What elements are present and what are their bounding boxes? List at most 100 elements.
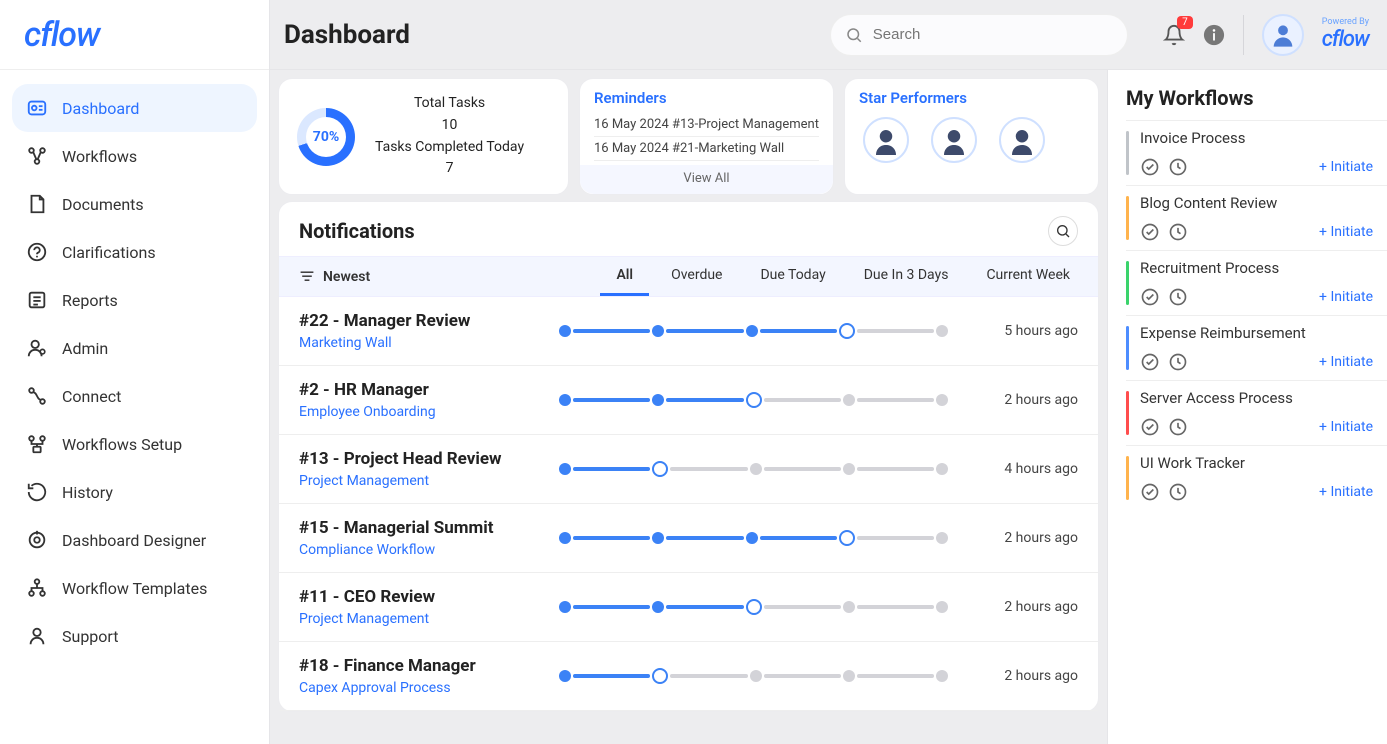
notif-title: #2 - HR Manager: [299, 380, 539, 400]
initiate-button[interactable]: + Initiate: [1319, 354, 1373, 370]
progress-dot: [843, 601, 855, 613]
progress-dot: [652, 394, 664, 406]
info-icon[interactable]: [1203, 24, 1225, 46]
nav-icon: [26, 577, 48, 599]
check-icon[interactable]: [1140, 287, 1160, 307]
notification-row[interactable]: #15 - Managerial Summit Compliance Workfl…: [279, 504, 1098, 573]
completed-value: 7: [375, 158, 524, 180]
sidebar-item-dashboard-designer[interactable]: Dashboard Designer: [12, 516, 257, 564]
sidebar-item-documents[interactable]: Documents: [12, 180, 257, 228]
notifications-title: Notifications: [299, 219, 415, 243]
workflow-name: Recruitment Process: [1140, 259, 1373, 277]
progress-seg: [666, 398, 743, 402]
progress-seg: [764, 605, 841, 609]
notification-row[interactable]: #22 - Manager ReviewMarketing Wall5 hour…: [279, 297, 1098, 366]
workflow-color-bar: [1126, 261, 1129, 305]
notification-row[interactable]: #13 - Project Head ReviewProject Managem…: [279, 435, 1098, 504]
check-icon[interactable]: [1140, 352, 1160, 372]
initiate-button[interactable]: + Initiate: [1319, 419, 1373, 435]
workflow-item: Recruitment Process + Initiate: [1126, 250, 1387, 315]
search-icon: [1055, 223, 1071, 239]
notif-title: #15 - Managerial Summit: [299, 518, 539, 538]
sort-dropdown[interactable]: Newest: [291, 259, 378, 295]
search-input[interactable]: [831, 15, 1127, 55]
notif-time: 5 hours ago: [968, 323, 1078, 339]
reminder-item[interactable]: 16 May 2024 #21-Marketing Wall: [594, 137, 819, 161]
progress-seg: [666, 329, 743, 333]
sidebar-item-history[interactable]: History: [12, 468, 257, 516]
progress-dot: [750, 670, 762, 682]
check-icon[interactable]: [1140, 482, 1160, 502]
tab-due-in-3-days[interactable]: Due In 3 Days: [848, 257, 965, 296]
initiate-button[interactable]: + Initiate: [1319, 159, 1373, 175]
clock-icon[interactable]: [1168, 287, 1188, 307]
clock-icon[interactable]: [1168, 482, 1188, 502]
main-nav: DashboardWorkflowsDocumentsClarification…: [0, 70, 269, 674]
notification-row[interactable]: #11 - CEO ReviewProject Management2 hour…: [279, 573, 1098, 642]
workflows-list: Invoice Process+ InitiateBlog Content Re…: [1126, 120, 1387, 510]
notif-tabs: AllOverdueDue TodayDue In 3 DaysCurrent …: [600, 257, 1086, 296]
sidebar-item-workflow-templates[interactable]: Workflow Templates: [12, 564, 257, 612]
sidebar-item-dashboard[interactable]: Dashboard: [12, 84, 257, 132]
workflow-item: Server Access Process + Initiate: [1126, 380, 1387, 445]
reminder-item[interactable]: 16 May 2024 #13-Project Management: [594, 113, 819, 137]
reminders-list: 16 May 2024 #13-Project Management16 May…: [580, 113, 833, 165]
user-avatar[interactable]: [1262, 14, 1304, 56]
initiate-button[interactable]: + Initiate: [1319, 484, 1373, 500]
nav-icon: [26, 193, 48, 215]
progress-bar: [559, 463, 948, 475]
sidebar-item-support[interactable]: Support: [12, 612, 257, 660]
clock-icon[interactable]: [1168, 352, 1188, 372]
clock-icon[interactable]: [1168, 417, 1188, 437]
view-all-button[interactable]: View All: [580, 165, 833, 194]
notification-row[interactable]: #2 - HR ManagerEmployee Onboarding2 hour…: [279, 366, 1098, 435]
check-icon[interactable]: [1140, 417, 1160, 437]
sidebar-item-admin[interactable]: Admin: [12, 324, 257, 372]
sidebar-item-clarifications[interactable]: Clarifications: [12, 228, 257, 276]
tab-overdue[interactable]: Overdue: [655, 257, 738, 296]
performer-avatar[interactable]: [863, 117, 909, 163]
notif-workflow-link[interactable]: Capex Approval Process: [299, 680, 539, 696]
performer-avatar[interactable]: [999, 117, 1045, 163]
workflow-name: Server Access Process: [1140, 389, 1373, 407]
workflow-color-bar: [1126, 456, 1129, 500]
sidebar-item-workflows-setup[interactable]: Workflows Setup: [12, 420, 257, 468]
tasks-card: 70% Total Tasks 10 Tasks Completed Today…: [278, 78, 569, 195]
nav-icon: [26, 625, 48, 647]
notification-row[interactable]: #18 - Finance ManagerCapex Approval Proc…: [279, 642, 1098, 711]
progress-dot: [559, 670, 571, 682]
nav-icon: [26, 385, 48, 407]
notif-workflow-link[interactable]: Compliance Workflow: [299, 542, 539, 558]
tab-all[interactable]: All: [600, 257, 649, 296]
workflow-name: UI Work Tracker: [1140, 454, 1373, 472]
progress-seg: [760, 329, 837, 333]
check-icon[interactable]: [1140, 157, 1160, 177]
notif-workflow-link[interactable]: Project Management: [299, 473, 539, 489]
initiate-button[interactable]: + Initiate: [1319, 224, 1373, 240]
tab-current-week[interactable]: Current Week: [970, 257, 1086, 296]
performer-avatar[interactable]: [931, 117, 977, 163]
progress-dot: [559, 601, 571, 613]
sidebar-item-connect[interactable]: Connect: [12, 372, 257, 420]
initiate-button[interactable]: + Initiate: [1319, 289, 1373, 305]
notif-workflow-link[interactable]: Marketing Wall: [299, 335, 539, 351]
progress-seg: [670, 467, 747, 471]
clock-icon[interactable]: [1168, 222, 1188, 242]
notif-search-button[interactable]: [1048, 216, 1078, 246]
top-icons: 7 Powered By cflow: [1163, 14, 1369, 56]
performers-list: [845, 113, 1098, 177]
notifications-bell[interactable]: 7: [1163, 24, 1185, 46]
sidebar-item-reports[interactable]: Reports: [12, 276, 257, 324]
progress-dot: [746, 325, 758, 337]
clock-icon[interactable]: [1168, 157, 1188, 177]
progress-dot: [746, 532, 758, 544]
notif-badge: 7: [1177, 16, 1193, 29]
check-icon[interactable]: [1140, 222, 1160, 242]
progress-bar: [559, 670, 948, 682]
notif-workflow-link[interactable]: Employee Onboarding: [299, 404, 539, 420]
sidebar-item-workflows[interactable]: Workflows: [12, 132, 257, 180]
notif-workflow-link[interactable]: Project Management: [299, 611, 539, 627]
tab-due-today[interactable]: Due Today: [744, 257, 841, 296]
progress-seg: [573, 398, 650, 402]
progress-dot: [843, 670, 855, 682]
